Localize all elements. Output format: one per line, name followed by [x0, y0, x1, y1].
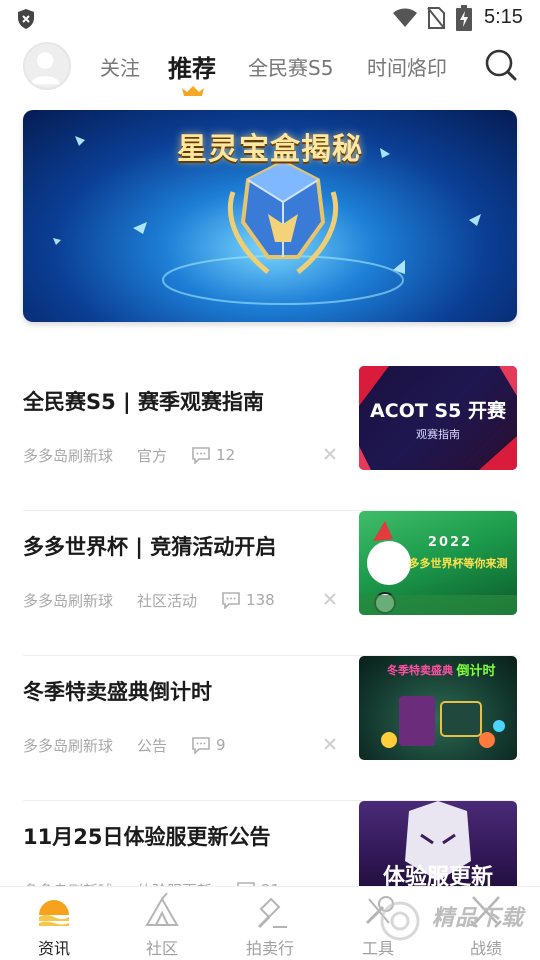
feed-tag: 官方: [137, 446, 168, 465]
banner[interactable]: 星灵宝盒揭秘: [23, 110, 517, 322]
feed-comments: 138: [221, 591, 275, 609]
status-time: 5:15: [484, 6, 523, 28]
watermark-text: 精品下载: [432, 906, 525, 931]
feed-tag: 社区活动: [137, 591, 198, 610]
feed-thumbnail: 2022 多多世界杯等你来测: [359, 511, 517, 615]
feed-item[interactable]: 多多世界杯 | 竞猜活动开启 多多岛刷新球 社区活动 138 2022 多多世界…: [23, 511, 517, 656]
feed-author: 多多岛刷新球: [23, 591, 114, 610]
comment-icon: [222, 592, 240, 609]
avatar-placeholder-icon: [30, 52, 60, 85]
close-icon[interactable]: [323, 737, 337, 751]
search-icon[interactable]: [484, 48, 518, 82]
tab-recommend[interactable]: 推荐: [168, 49, 216, 84]
battery-charging-icon: [456, 5, 472, 31]
nav-label: 拍卖行: [245, 939, 294, 958]
feed-comment-count: 12: [216, 446, 236, 464]
nav-label: 社区: [145, 939, 178, 958]
comment-icon: [192, 737, 210, 754]
tab-time-mark[interactable]: 时间烙印: [367, 52, 447, 81]
nav-item-auction[interactable]: 拍卖行: [216, 887, 324, 960]
tab-follow[interactable]: 关注: [100, 52, 140, 81]
feed-item[interactable]: 冬季特卖盛典倒计时 多多岛刷新球 公告 9 冬季特卖盛典 倒计时: [23, 656, 517, 801]
feed-meta: 多多岛刷新球 公告 9: [23, 734, 226, 756]
feed-comments: 9: [191, 736, 226, 754]
feed-comments: 12: [191, 446, 235, 464]
nav-label: 资讯: [37, 939, 70, 958]
avatar[interactable]: [23, 42, 71, 90]
thumbnail-subline: 多多世界杯等你来测: [408, 557, 508, 570]
active-tab-crown-icon: [182, 86, 204, 96]
nav-item-news[interactable]: 资讯: [0, 887, 108, 960]
shield-icon: [18, 9, 34, 29]
banner-title: 星灵宝盒揭秘: [177, 132, 363, 167]
nav-item-community[interactable]: 社区: [108, 887, 216, 960]
close-icon[interactable]: [323, 447, 337, 461]
feed-comment-count: 138: [246, 591, 275, 609]
status-bar: 5:15: [0, 0, 540, 36]
feed-tag: 公告: [137, 736, 168, 755]
auction-hammer-icon: [257, 897, 287, 929]
feed-meta: 多多岛刷新球 社区活动 138: [23, 589, 275, 611]
wifi-icon: [393, 8, 417, 27]
feed-thumbnail: ACOT S5 开赛 观赛指南: [359, 366, 517, 470]
feed-title: 全民赛S5 | 赛季观赛指南: [23, 390, 265, 414]
feed-author: 多多岛刷新球: [23, 446, 114, 465]
feed-author: 多多岛刷新球: [23, 736, 114, 755]
no-sim-icon: [427, 7, 445, 29]
feed-title: 多多世界杯 | 竞猜活动开启: [23, 535, 277, 559]
top-header: 关注 推荐 全民赛S5 时间烙印: [0, 36, 540, 106]
feed-title: 11月25日体验服更新公告: [23, 825, 271, 849]
thumbnail-subline: 倒计时: [456, 664, 496, 679]
thumbnail-subline: 观赛指南: [416, 428, 460, 441]
close-icon[interactable]: [323, 592, 337, 606]
news-sun-icon: [39, 900, 69, 926]
thumbnail-headline: 2022: [427, 535, 473, 550]
community-tent-icon: [145, 893, 179, 926]
feed-title: 冬季特卖盛典倒计时: [23, 680, 212, 704]
feed-comment-count: 9: [216, 736, 226, 754]
comment-icon: [192, 447, 210, 464]
feed-thumbnail: 冬季特卖盛典 倒计时: [359, 656, 517, 760]
tab-s5[interactable]: 全民赛S5: [248, 52, 333, 81]
feed-item[interactable]: 全民赛S5 | 赛季观赛指南 多多岛刷新球 官方 12 ACOT S5 开赛 观…: [23, 366, 517, 511]
thumbnail-headline: ACOT S5 开赛: [370, 400, 506, 422]
feed-meta: 多多岛刷新球 官方 12: [23, 444, 235, 466]
